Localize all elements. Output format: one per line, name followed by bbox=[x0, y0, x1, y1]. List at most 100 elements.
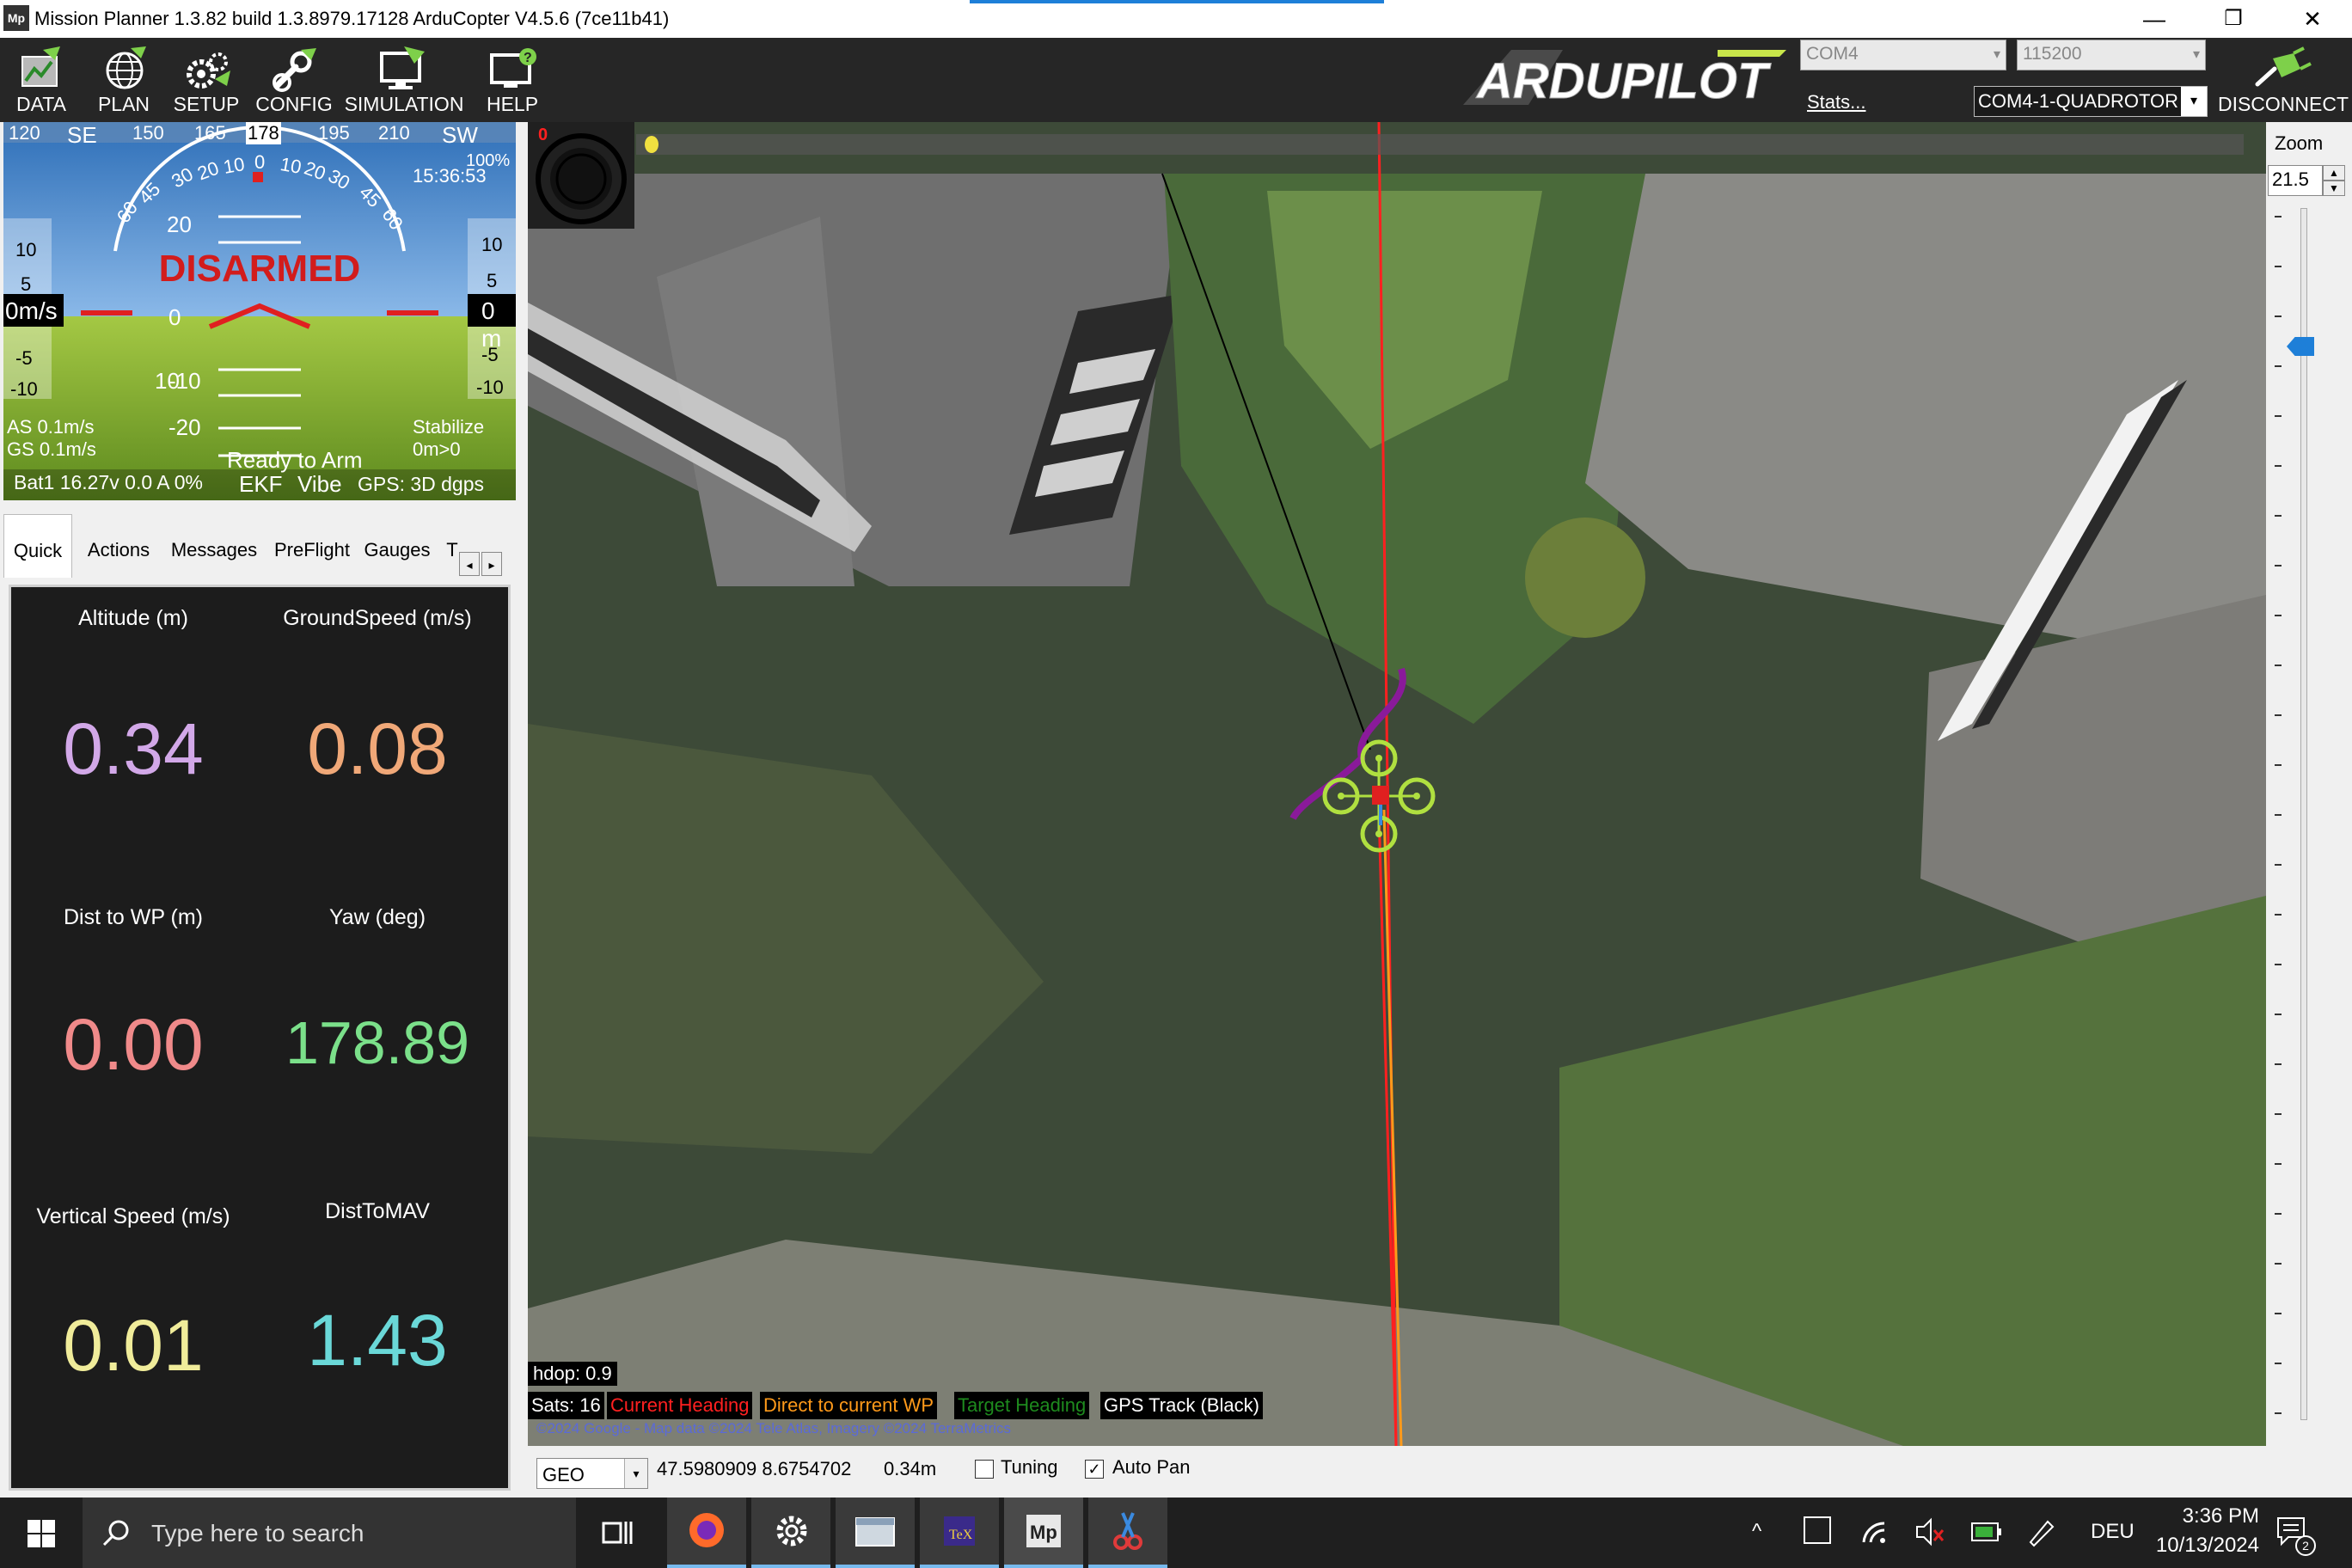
speaker-muted-icon[interactable] bbox=[1914, 1516, 1945, 1547]
menu-simulation-button[interactable]: SIMULATION bbox=[344, 38, 464, 122]
firefox-icon bbox=[689, 1513, 724, 1547]
network-icon[interactable] bbox=[1860, 1516, 1891, 1547]
menu-help-button[interactable]: ? HELP bbox=[471, 38, 554, 122]
coord-system-select[interactable]: GEO ▾ bbox=[536, 1458, 648, 1489]
task-view-button[interactable] bbox=[578, 1498, 657, 1568]
roll-label: 10 bbox=[221, 153, 247, 178]
tab-actions[interactable]: Actions bbox=[77, 514, 160, 578]
airspeed-text: AS 0.1m/s bbox=[7, 416, 95, 438]
tab-scroll-left-icon[interactable]: ◂ bbox=[459, 552, 480, 576]
tray-app-icon[interactable] bbox=[1804, 1516, 1831, 1544]
main-menu-bar: DATA PLAN SETUP CONFIG SIMULATION ? HELP… bbox=[0, 38, 2352, 122]
gps-status-text: GPS: 3D dgps bbox=[358, 473, 485, 495]
disconnect-button[interactable]: DISCONNECT bbox=[2214, 38, 2352, 122]
com-port-value: COM4 bbox=[1806, 44, 1859, 64]
firefox-taskbar-button[interactable] bbox=[667, 1498, 746, 1568]
altitude-readout: 0.34m bbox=[884, 1458, 937, 1479]
ready-to-arm-text: Ready to Arm bbox=[227, 447, 363, 473]
menu-simulation-label: SIMULATION bbox=[344, 93, 464, 115]
baud-rate-select[interactable]: 115200 ▾ bbox=[2017, 40, 2206, 70]
explorer-taskbar-button[interactable] bbox=[836, 1498, 915, 1568]
clock-date[interactable]: 10/13/2024 bbox=[2144, 1534, 2259, 1558]
mission-planner-taskbar-button[interactable]: Mp bbox=[1004, 1498, 1083, 1568]
settings-taskbar-button[interactable] bbox=[751, 1498, 830, 1568]
hud-display: 120 SE 150 165 178 195 210 SW 15:36:53 1… bbox=[3, 122, 516, 500]
close-button[interactable]: ✕ bbox=[2273, 0, 2352, 38]
roll-pointer-icon bbox=[253, 172, 263, 182]
alt-tape-label: 10 bbox=[481, 234, 503, 255]
vibe-status-button[interactable]: Vibe bbox=[297, 471, 342, 498]
battery-icon[interactable] bbox=[1970, 1518, 2005, 1546]
zoom-slider-ticks bbox=[2275, 216, 2282, 1414]
tab-quick[interactable]: Quick bbox=[3, 514, 72, 578]
quick-value-dist-to-wp[interactable]: 0.00 bbox=[11, 1003, 255, 1087]
clock-time[interactable]: 3:36 PM bbox=[2149, 1504, 2259, 1528]
tex-taskbar-button[interactable]: TeX bbox=[920, 1498, 999, 1568]
zoom-up-icon[interactable]: ▲ bbox=[2323, 165, 2345, 181]
menu-config-button[interactable]: CONFIG bbox=[253, 38, 335, 122]
data-icon bbox=[21, 46, 60, 87]
pen-icon[interactable] bbox=[2025, 1516, 2056, 1547]
chevron-down-icon: ▾ bbox=[2192, 47, 2200, 62]
heading-label: 150 bbox=[132, 122, 164, 144]
alt-tape-label: -10 bbox=[476, 377, 504, 398]
vehicle-select-value: COM4-1-QUADROTOR bbox=[1978, 90, 2179, 112]
quick-label-yaw: Yaw (deg) bbox=[328, 905, 426, 929]
stats-link[interactable]: Stats... bbox=[1807, 91, 1865, 113]
search-icon bbox=[102, 1520, 129, 1547]
vehicle-select[interactable]: COM4-1-QUADROTOR ▾ bbox=[1974, 86, 2208, 117]
start-button[interactable] bbox=[0, 1498, 83, 1568]
speed-value: 0m/s bbox=[5, 297, 58, 324]
plan-globe-icon bbox=[106, 46, 146, 89]
menu-data-label: DATA bbox=[16, 93, 66, 115]
menu-setup-button[interactable]: SETUP bbox=[165, 38, 248, 122]
map-view[interactable]: 0 hdop: 0.9 Sats: 16 Current Heading Dir… bbox=[528, 122, 2266, 1446]
ekf-status-button[interactable]: EKF bbox=[239, 471, 283, 498]
quick-value-vertical-speed[interactable]: 0.01 bbox=[11, 1304, 255, 1387]
simulation-monitor-icon bbox=[380, 46, 425, 89]
snipping-tool-taskbar-button[interactable] bbox=[1088, 1498, 1167, 1568]
arm-status-text: DISARMED bbox=[158, 248, 361, 290]
roll-label: 10 bbox=[279, 153, 303, 178]
tuning-label: Tuning bbox=[1001, 1456, 1058, 1478]
zoom-down-icon[interactable]: ▼ bbox=[2323, 181, 2345, 196]
pitch-label: 0 bbox=[168, 304, 181, 330]
heading-label: 120 bbox=[9, 122, 40, 144]
tex-editor-icon: TeX bbox=[944, 1516, 975, 1546]
quick-value-yaw[interactable]: 178.89 bbox=[255, 1008, 499, 1077]
tuning-checkbox[interactable] bbox=[975, 1460, 994, 1479]
progress-marker-icon[interactable] bbox=[645, 136, 658, 153]
speed-tape-label: -5 bbox=[15, 347, 33, 369]
title-accent-line bbox=[970, 0, 1384, 3]
svg-text:ARDUPILOT: ARDUPILOT bbox=[1475, 53, 1772, 109]
auto-pan-checkbox[interactable]: ✓ bbox=[1085, 1460, 1104, 1479]
quick-value-altitude[interactable]: 0.34 bbox=[11, 707, 255, 791]
auto-pan-label: Auto Pan bbox=[1112, 1456, 1191, 1478]
tab-preflight[interactable]: PreFlight bbox=[266, 514, 358, 578]
com-port-select[interactable]: COM4 ▾ bbox=[1800, 40, 2006, 70]
tab-scroll-right-icon[interactable]: ▸ bbox=[481, 552, 502, 576]
menu-plan-button[interactable]: PLAN bbox=[83, 38, 165, 122]
keyboard-language[interactable]: DEU bbox=[2091, 1520, 2135, 1544]
disconnect-label: DISCONNECT bbox=[2217, 93, 2349, 115]
menu-setup-label: SETUP bbox=[173, 93, 240, 115]
tray-overflow-icon[interactable]: ^ bbox=[1752, 1520, 1761, 1544]
coordinates-text: 47.5980909 8.6754702 bbox=[657, 1458, 852, 1479]
hdop-label: hdop: 0.9 bbox=[528, 1362, 617, 1386]
chevron-down-icon: ▾ bbox=[1993, 47, 2000, 62]
tab-gauges[interactable]: Gauges bbox=[358, 514, 437, 578]
title-bar: Mp Mission Planner 1.3.82 build 1.3.8979… bbox=[0, 0, 2352, 38]
taskbar-search-box[interactable]: Type here to search bbox=[83, 1498, 576, 1568]
quick-label-altitude: Altitude (m) bbox=[78, 606, 188, 630]
zoom-input[interactable]: 21.5 bbox=[2268, 165, 2323, 196]
heading-label: 195 bbox=[318, 122, 350, 144]
quick-value-dist-to-mav[interactable]: 1.43 bbox=[255, 1299, 499, 1382]
quick-value-groundspeed[interactable]: 0.08 bbox=[255, 707, 499, 791]
quick-label-groundspeed: GroundSpeed (m/s) bbox=[283, 606, 472, 630]
notification-count-badge: 2 bbox=[2295, 1535, 2316, 1556]
minimize-button[interactable]: — bbox=[2115, 0, 2194, 38]
menu-data-button[interactable]: DATA bbox=[0, 38, 83, 122]
svg-text:Mp: Mp bbox=[1030, 1522, 1057, 1543]
restore-button[interactable]: ❐ bbox=[2194, 0, 2273, 38]
tab-messages[interactable]: Messages bbox=[163, 514, 265, 578]
